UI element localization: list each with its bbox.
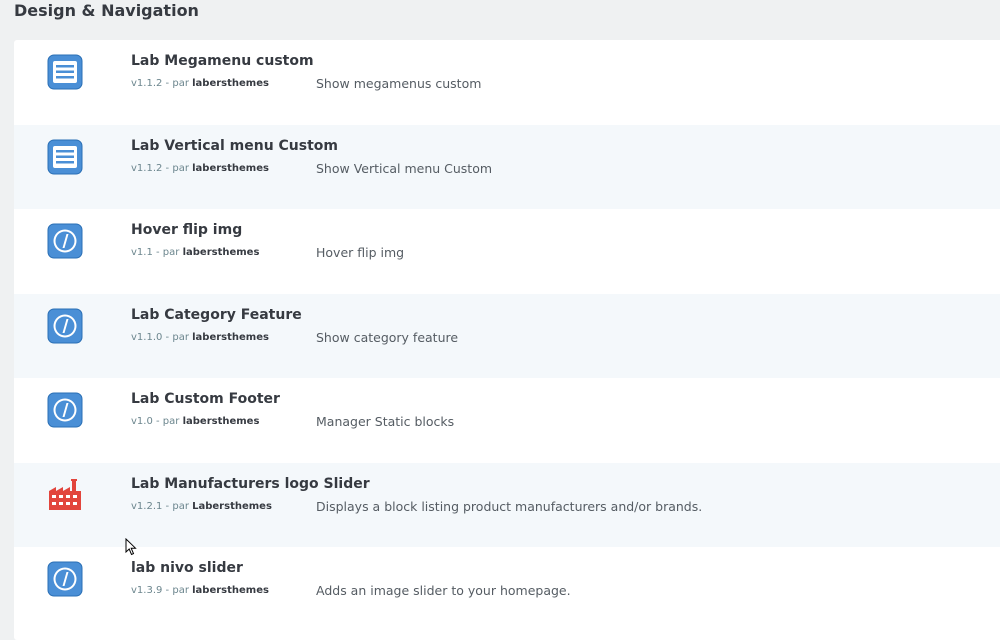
module-row[interactable]: Lab Category Feature v1.1.0 - par labers…: [14, 293, 1000, 378]
module-meta: v1.1.2 - par labersthemes: [131, 78, 269, 89]
module-meta: v1.2.1 - par Labersthemes: [131, 500, 272, 512]
module-description: Manager Static blocks: [316, 414, 455, 429]
mouse-cursor-icon: [125, 538, 137, 556]
module-description: Show category feature: [316, 329, 459, 345]
module-description: Displays a block listing product manufac…: [316, 498, 703, 514]
module-list: Lab Megamenu custom v1.1.2 - par laberst…: [14, 40, 1000, 640]
info-icon: [47, 392, 83, 428]
module-row[interactable]: Lab Manufacturers logo Slider v1.2.1 - p…: [14, 462, 1000, 547]
module-description: Show megamenus custom: [316, 76, 482, 91]
module-row[interactable]: Hover flip img v1.1 - par labersthemes H…: [14, 209, 1000, 294]
module-description: Hover flip img: [316, 245, 405, 260]
module-meta: v1.1 - par labersthemes: [131, 247, 260, 258]
module-name[interactable]: Hover flip img: [131, 222, 242, 238]
module-name[interactable]: Lab Manufacturers logo Slider: [131, 476, 370, 492]
list-icon: [47, 139, 83, 174]
info-icon: [47, 561, 83, 597]
info-icon: [47, 223, 83, 259]
factory-icon: [49, 478, 81, 510]
module-description: Adds an image slider to your homepage.: [316, 583, 571, 598]
list-icon: [47, 54, 83, 90]
module-row[interactable]: Lab Megamenu custom v1.1.2 - par laberst…: [14, 40, 1000, 125]
module-name[interactable]: Lab Custom Footer: [131, 391, 280, 407]
module-description: Show Vertical menu Custom: [316, 160, 493, 176]
module-row[interactable]: Lab Custom Footer v1.0 - par laberstheme…: [14, 378, 1000, 463]
module-name[interactable]: Lab Category Feature: [131, 307, 302, 323]
info-icon: [47, 308, 83, 343]
module-row[interactable]: lab nivo slider v1.3.9 - par laberstheme…: [14, 547, 1000, 632]
module-meta: v1.0 - par labersthemes: [131, 416, 260, 427]
module-name[interactable]: Lab Megamenu custom: [131, 53, 314, 69]
module-row[interactable]: Lab Vertical menu Custom v1.1.2 - par la…: [14, 124, 1000, 209]
module-meta: v1.3.9 - par labersthemes: [131, 585, 269, 596]
module-meta: v1.1.0 - par labersthemes: [131, 331, 269, 343]
module-meta: v1.1.2 - par labersthemes: [131, 162, 269, 174]
module-name[interactable]: Lab Vertical menu Custom: [131, 138, 338, 154]
module-name[interactable]: lab nivo slider: [131, 560, 243, 576]
section-title: Design & Navigation: [14, 1, 199, 20]
